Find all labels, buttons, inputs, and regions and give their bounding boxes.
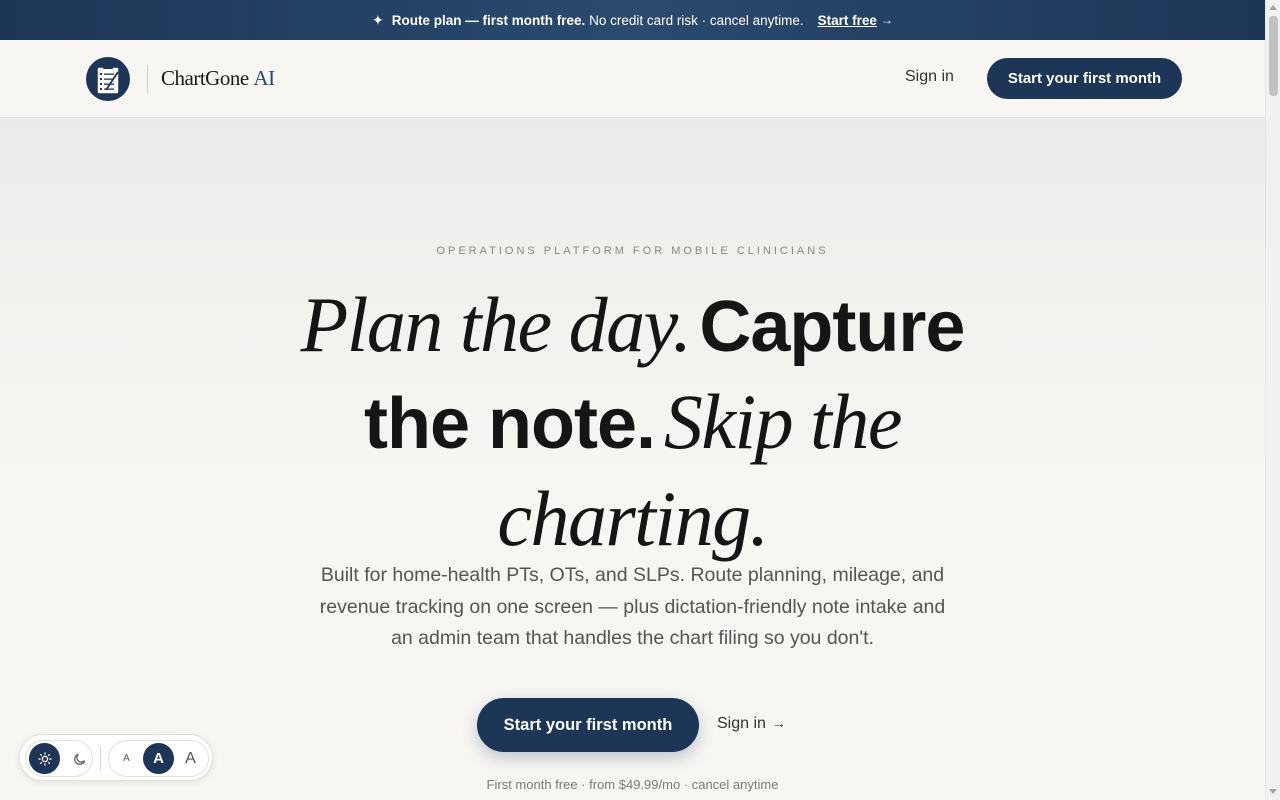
logo-divider bbox=[147, 65, 148, 93]
hero-sign-in-link[interactable]: Sign in → bbox=[717, 715, 786, 733]
theme-toggle-group bbox=[25, 740, 93, 777]
promo-start-free-link[interactable]: Start free bbox=[818, 13, 877, 28]
light-theme-button[interactable] bbox=[29, 743, 60, 774]
sparkle-icon: ✦ bbox=[372, 11, 384, 28]
promo-banner: ✦ Route plan — first month free. No cred… bbox=[0, 0, 1265, 40]
sun-icon bbox=[37, 751, 52, 766]
hero-start-button[interactable]: Start your first month bbox=[477, 698, 699, 752]
text-size-small-button[interactable]: A bbox=[111, 743, 142, 774]
header-start-button[interactable]: Start your first month bbox=[987, 58, 1182, 99]
promo-offer: first month free. bbox=[482, 12, 586, 28]
moon-icon bbox=[73, 753, 85, 765]
scroll-up-arrow-icon[interactable] bbox=[1269, 5, 1277, 10]
headline-part-2: Capture bbox=[699, 287, 965, 367]
hero-sign-in-label: Sign in bbox=[717, 715, 766, 732]
clipboard-logo-icon[interactable] bbox=[86, 57, 130, 101]
headline-part-3: the note. bbox=[364, 384, 656, 464]
arrow-right-icon: → bbox=[771, 715, 786, 731]
header-sign-in-link[interactable]: Sign in bbox=[905, 68, 954, 86]
scroll-down-arrow-icon[interactable] bbox=[1269, 789, 1277, 794]
headline-part-4: Skip the bbox=[663, 378, 903, 465]
headline-part-1: Plan the day. bbox=[300, 281, 692, 368]
promo-rest: No credit card risk · cancel anytime. bbox=[589, 12, 804, 28]
accessibility-widget: A A A bbox=[19, 734, 213, 781]
text-size-group: A A A bbox=[108, 740, 209, 777]
site-header: ChartGone AI Sign in Start your first mo… bbox=[0, 40, 1265, 118]
arrow-right-icon: → bbox=[880, 13, 893, 27]
brand-suffix: AI bbox=[253, 66, 275, 90]
promo-plan: Route plan — bbox=[391, 12, 479, 28]
hero-headline: Plan the day. Capture the note. Skip the… bbox=[0, 284, 1265, 575]
scrollbar-thumb[interactable] bbox=[1269, 16, 1278, 96]
text-size-medium-button[interactable]: A bbox=[143, 743, 174, 774]
hero-section: OPERATIONS PLATFORM FOR MOBILE CLINICIAN… bbox=[0, 118, 1265, 800]
brand-name: ChartGone bbox=[161, 66, 249, 90]
page-scrollbar[interactable] bbox=[1265, 0, 1280, 800]
widget-divider bbox=[100, 746, 101, 771]
promo-cta-label: Start free bbox=[817, 12, 877, 28]
dark-theme-button[interactable] bbox=[64, 743, 95, 774]
hero-eyebrow: OPERATIONS PLATFORM FOR MOBILE CLINICIAN… bbox=[436, 245, 829, 257]
headline-part-5: charting. bbox=[497, 475, 769, 562]
text-size-large-button[interactable]: A bbox=[175, 743, 206, 774]
brand-wordmark[interactable]: ChartGone AI bbox=[161, 66, 275, 91]
hero-subtext: Built for home-health PTs, OTs, and SLPs… bbox=[319, 564, 946, 649]
